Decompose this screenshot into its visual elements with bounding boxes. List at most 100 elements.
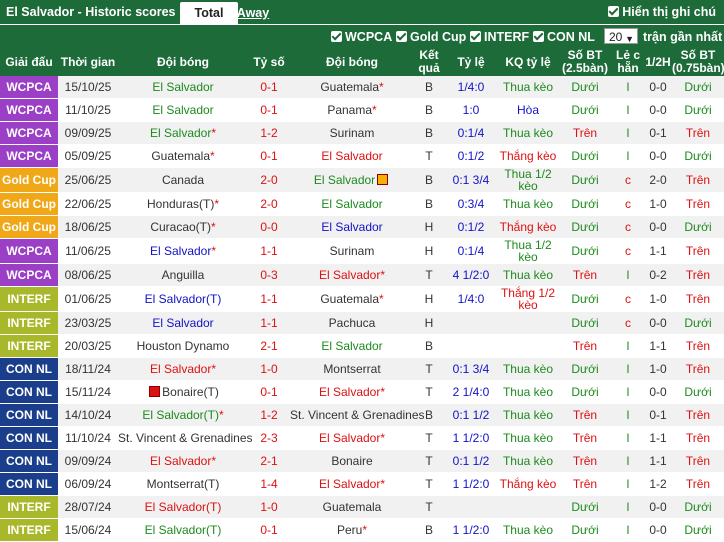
home-team-cell[interactable]: El Salvador*: [118, 357, 248, 381]
home-team-cell[interactable]: Bonaire(T): [118, 380, 248, 404]
match-score[interactable]: 2-0: [248, 192, 290, 216]
match-count-select[interactable]: 20 ▼: [604, 28, 638, 44]
league-badge[interactable]: CON NL: [0, 380, 58, 404]
match-score[interactable]: 2-1: [248, 334, 290, 358]
home-team-cell[interactable]: Houston Dynamo: [118, 334, 248, 358]
checkbox-icon[interactable]: [331, 31, 342, 42]
checkbox-icon[interactable]: [470, 31, 481, 42]
away-team-cell[interactable]: El Salvador: [290, 167, 414, 193]
checkbox-icon[interactable]: [533, 31, 544, 42]
home-team-cell[interactable]: El Salvador*: [118, 121, 248, 145]
league-badge[interactable]: WCPCA: [0, 263, 58, 287]
match-score[interactable]: 2-0: [248, 167, 290, 193]
league-badge[interactable]: WCPCA: [0, 98, 58, 122]
show-notes-toggle[interactable]: Hiển thị ghi chú: [608, 5, 716, 19]
match-score[interactable]: 1-4: [248, 472, 290, 496]
league-badge[interactable]: WCPCA: [0, 144, 58, 168]
away-team-cell[interactable]: El Salvador*: [290, 263, 414, 287]
match-score[interactable]: 0-0: [248, 215, 290, 239]
away-team-cell[interactable]: El Salvador*: [290, 472, 414, 496]
match-score[interactable]: 0-1: [248, 98, 290, 122]
home-team-cell[interactable]: Canada: [118, 167, 248, 193]
away-team-cell[interactable]: El Salvador*: [290, 380, 414, 404]
league-badge[interactable]: Gold Cup: [0, 167, 58, 193]
away-team-cell[interactable]: El Salvador: [290, 215, 414, 239]
match-score[interactable]: 0-1: [248, 518, 290, 542]
away-team-cell[interactable]: Bonaire: [290, 449, 414, 473]
home-team-cell[interactable]: El Salvador: [118, 98, 248, 122]
home-team-cell[interactable]: Honduras(T)*: [118, 192, 248, 216]
match-result: H: [414, 311, 444, 335]
league-badge[interactable]: INTERF: [0, 286, 58, 312]
home-team-cell[interactable]: Curacao(T)*: [118, 215, 248, 239]
league-badge[interactable]: WCPCA: [0, 238, 58, 264]
away-team-cell[interactable]: Panama*: [290, 98, 414, 122]
home-team-cell[interactable]: El Salvador(T): [118, 518, 248, 542]
away-team-cell[interactable]: Guatemala*: [290, 76, 414, 99]
league-badge[interactable]: INTERF: [0, 334, 58, 358]
match-score[interactable]: 1-0: [248, 495, 290, 519]
tab-away[interactable]: Away: [226, 2, 280, 24]
home-team-cell[interactable]: El Salvador*: [118, 238, 248, 264]
red-card-icon: [149, 386, 161, 397]
odds-result: Thua kèo: [498, 380, 558, 404]
league-badge[interactable]: WCPCA: [0, 76, 58, 99]
half-time-score: 0-1: [644, 121, 672, 145]
away-team-cell[interactable]: Guatemala: [290, 495, 414, 519]
away-team-cell[interactable]: El Salvador: [290, 144, 414, 168]
match-score[interactable]: 1-0: [248, 357, 290, 381]
away-team-cell[interactable]: Surinam: [290, 121, 414, 145]
filter-interf[interactable]: INTERF: [470, 30, 529, 44]
league-badge[interactable]: CON NL: [0, 449, 58, 473]
home-team-cell[interactable]: Anguilla: [118, 263, 248, 287]
match-score[interactable]: 1-1: [248, 286, 290, 312]
league-badge[interactable]: CON NL: [0, 357, 58, 381]
home-team-cell[interactable]: St. Vincent & Grenadines: [118, 426, 253, 450]
filter-con-nl[interactable]: CON NL: [533, 30, 595, 44]
filter-gold-cup[interactable]: Gold Cup: [396, 30, 466, 44]
filter-wcpca[interactable]: WCPCA: [331, 30, 392, 44]
away-team-cell[interactable]: Surinam: [290, 238, 414, 264]
away-team-cell[interactable]: El Salvador: [290, 334, 414, 358]
league-badge[interactable]: Gold Cup: [0, 192, 58, 216]
home-team-cell[interactable]: El Salvador(T): [118, 495, 248, 519]
league-badge[interactable]: INTERF: [0, 311, 58, 335]
match-score[interactable]: 0-1: [248, 380, 290, 404]
league-badge[interactable]: CON NL: [0, 472, 58, 496]
odds-result: Thua kèo: [498, 449, 558, 473]
away-team-cell[interactable]: El Salvador*: [290, 426, 414, 450]
league-badge[interactable]: INTERF: [0, 518, 58, 542]
away-team-cell[interactable]: Pachuca: [290, 311, 414, 335]
away-team-cell[interactable]: Montserrat: [290, 357, 414, 381]
home-team-cell[interactable]: El Salvador: [118, 76, 248, 99]
match-score[interactable]: 0-1: [248, 144, 290, 168]
league-badge[interactable]: Gold Cup: [0, 215, 58, 239]
match-score[interactable]: 0-3: [248, 263, 290, 287]
league-badge[interactable]: INTERF: [0, 495, 58, 519]
home-team-cell[interactable]: El Salvador(T): [118, 286, 248, 312]
away-team-cell[interactable]: Guatemala*: [290, 286, 414, 312]
home-team-cell[interactable]: El Salvador(T)*: [118, 403, 248, 427]
checkbox-icon[interactable]: [396, 31, 407, 42]
match-score[interactable]: 1-1: [248, 311, 290, 335]
match-score[interactable]: 2-1: [248, 449, 290, 473]
away-team-cell[interactable]: Peru*: [290, 518, 414, 542]
home-team-cell[interactable]: Montserrat(T): [118, 472, 248, 496]
checkbox-icon[interactable]: [608, 6, 620, 17]
goals-over-under: Dưới: [558, 518, 612, 542]
home-team-cell[interactable]: El Salvador*: [118, 449, 248, 473]
match-score[interactable]: 1-2: [248, 403, 290, 427]
league-badge[interactable]: WCPCA: [0, 121, 58, 145]
home-team-cell[interactable]: El Salvador: [118, 311, 248, 335]
away-team-cell[interactable]: St. Vincent & Grenadines: [290, 403, 425, 427]
away-team-cell[interactable]: El Salvador: [290, 192, 414, 216]
match-score[interactable]: 0-1: [248, 76, 290, 99]
match-score[interactable]: 1-2: [248, 121, 290, 145]
away-team: Montserrat: [323, 362, 381, 376]
home-team-cell[interactable]: Guatemala*: [118, 144, 248, 168]
league-badge[interactable]: CON NL: [0, 426, 58, 450]
match-score[interactable]: 2-3: [248, 426, 290, 450]
goals-over-under: Trên: [558, 472, 612, 496]
match-score[interactable]: 1-1: [248, 238, 290, 264]
league-badge[interactable]: CON NL: [0, 403, 58, 427]
